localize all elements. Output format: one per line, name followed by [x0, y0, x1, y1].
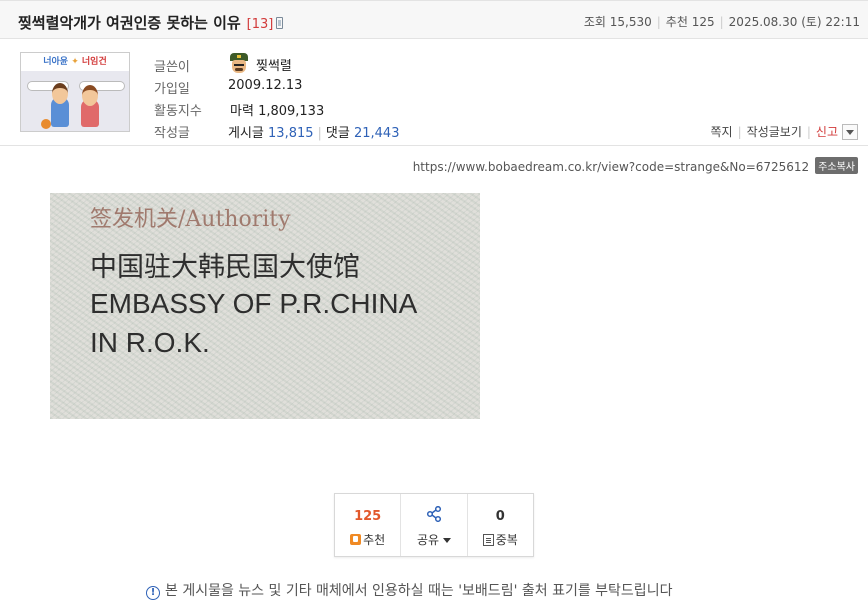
- posts-prefix: 게시글: [228, 126, 264, 141]
- activity-label: 활동지수: [154, 104, 202, 119]
- copy-url-button[interactable]: 주소복사: [815, 157, 858, 174]
- share-icon: [427, 506, 442, 522]
- activity-prefix: 마력: [230, 104, 254, 119]
- profile-image-banner: 너아윤 ✦ 너임건: [21, 53, 129, 71]
- post-datetime: 2025.08.30 (토) 22:11: [728, 15, 860, 29]
- image-text-rok: IN R.O.K.: [90, 327, 210, 358]
- citation-notice: ! 본 게시물을 뉴스 및 기타 매체에서 인용하실 때는 '보배드림' 출처 표…: [146, 580, 672, 600]
- duplicate-button[interactable]: 0 중복: [468, 494, 533, 556]
- document-icon: [482, 534, 494, 546]
- post-url: https://www.bobaedream.co.kr/view?code=s…: [412, 160, 810, 174]
- duplicate-label-row: 중복: [468, 531, 533, 548]
- author-label: 글쓴이: [154, 60, 190, 75]
- share-label: 공유: [416, 533, 440, 547]
- profile-image-banner-left: 너아윤: [43, 57, 69, 67]
- message-link[interactable]: 쪽지: [711, 125, 733, 139]
- chevron-down-icon[interactable]: [842, 124, 858, 140]
- vote-box: 125 추천 공유 0 중복: [334, 493, 534, 557]
- posts-row: 게시글 13,815 | 댓글 21,443: [228, 126, 400, 141]
- comments-count[interactable]: 21,443: [354, 126, 400, 141]
- recommend-vote-count: 125: [354, 509, 382, 524]
- post-url-line: https://www.bobaedream.co.kr/view?code=s…: [413, 157, 858, 174]
- view-posts-link[interactable]: 작성글보기: [747, 125, 802, 139]
- recommend-button[interactable]: 125 추천: [335, 494, 402, 556]
- post-header: 찢썩렬악개가 여권인증 못하는 이유 [13] 조회 15,530 | 추천 125 |…: [0, 0, 868, 39]
- comment-count[interactable]: [13]: [247, 17, 274, 32]
- recommend-label: 추천: [665, 15, 688, 29]
- activity-value: 1,809,133: [258, 104, 325, 119]
- citation-notice-text: 본 게시물을 뉴스 및 기타 매체에서 인용하실 때는 '보배드림' 출처 표기…: [165, 583, 673, 599]
- posts-label: 작성글: [154, 126, 190, 141]
- image-text-authority: 签发机关/Authority: [90, 207, 291, 232]
- ball-icon: [41, 119, 51, 129]
- views-count: 15,530: [609, 15, 652, 29]
- cartoon-girl: [81, 85, 99, 127]
- share-label-row: 공유: [401, 531, 466, 548]
- profile-image-banner-right: 너임건: [81, 57, 107, 67]
- joined-label: 가입일: [154, 82, 190, 97]
- author-row[interactable]: 찢썩렬: [228, 53, 292, 75]
- profile-actions: 쪽지 | 작성글보기 | 신고: [711, 123, 858, 140]
- info-icon: !: [146, 586, 160, 600]
- comments-prefix: 댓글: [325, 126, 350, 141]
- views-label: 조회: [583, 15, 606, 29]
- post-title-wrap: 찢썩렬악개가 여권인증 못하는 이유 [13]: [18, 12, 284, 33]
- cartoon-boy: [51, 83, 69, 127]
- image-text-chinese: 中国驻大韩民国大使馆: [90, 252, 360, 283]
- author-name[interactable]: 찢썩렬: [256, 59, 292, 74]
- share-button[interactable]: 공유: [401, 494, 468, 556]
- posts-count[interactable]: 13,815: [268, 126, 314, 141]
- recommend-vote-label-row: 추천: [335, 531, 400, 548]
- profile-image: 너아윤 ✦ 너임건: [20, 52, 130, 132]
- post-meta: 조회 15,530 | 추천 125 | 2025.08.30 (토) 22:11: [583, 15, 860, 29]
- thumbs-up-icon: [350, 534, 362, 545]
- recommend-count: 125: [691, 15, 715, 29]
- mobile-icon: [276, 17, 284, 29]
- caret-down-icon: [443, 538, 452, 543]
- post-title: 찢썩렬악개가 여권인증 못하는 이유: [18, 14, 241, 32]
- duplicate-count: 0: [495, 509, 505, 524]
- author-profile: 너아윤 ✦ 너임건 글쓴이 찢썩렬 가입일 2009.12.13 활동지수 마력…: [0, 39, 868, 146]
- post-image: 签发机关/Authority 中国驻大韩民国大使馆 EMBASSY OF P.R…: [50, 193, 480, 419]
- recommend-vote-label: 추천: [363, 533, 386, 547]
- report-link[interactable]: 신고: [816, 125, 838, 139]
- activity-row: 마력 1,809,133: [230, 100, 324, 119]
- image-text-embassy: EMBASSY OF P.R.CHINA: [90, 288, 418, 319]
- joined-date: 2009.12.13: [228, 78, 303, 93]
- duplicate-label: 중복: [495, 533, 518, 547]
- soldier-avatar-icon: [228, 53, 250, 75]
